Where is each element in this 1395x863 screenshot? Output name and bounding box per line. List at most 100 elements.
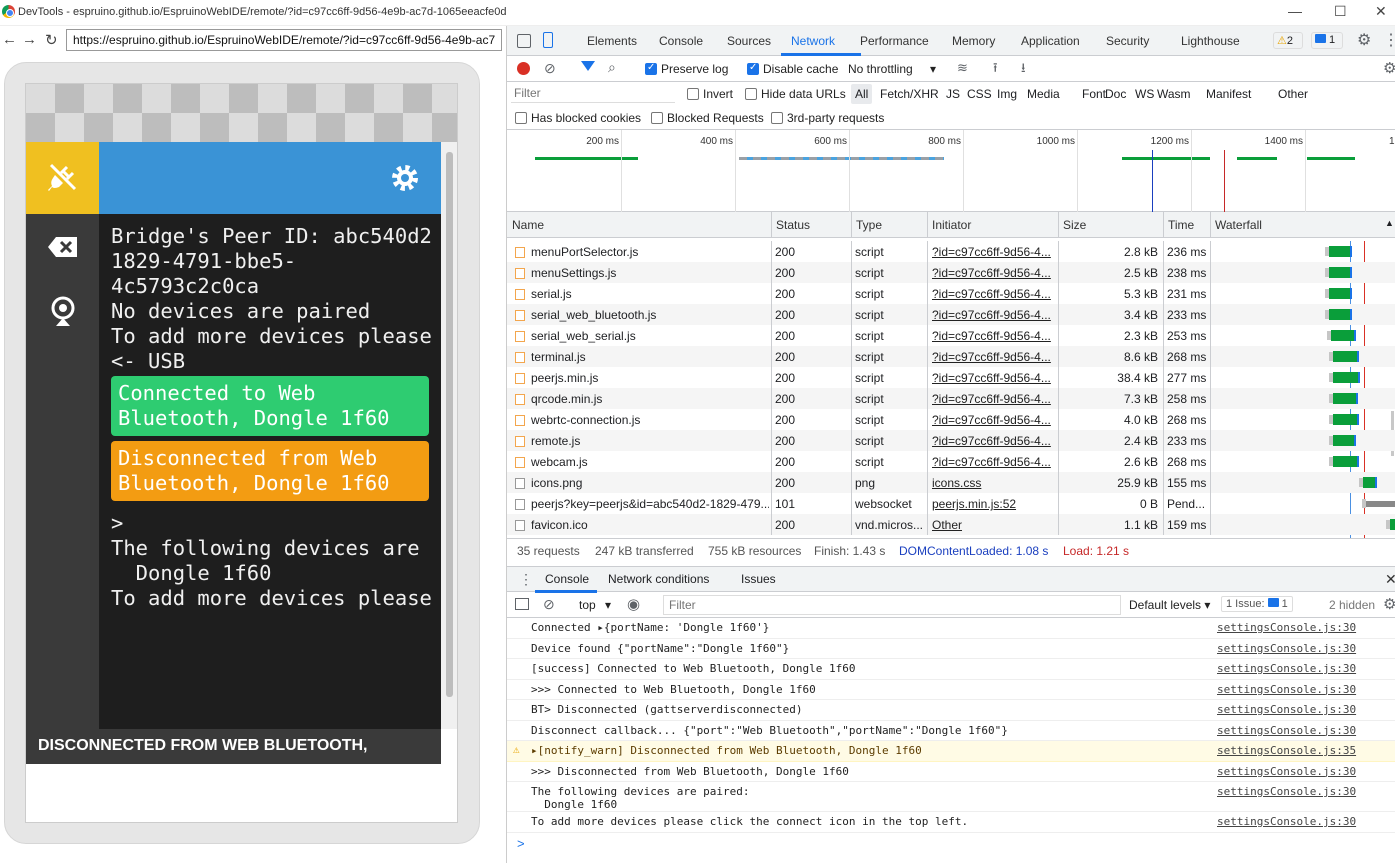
throttling-select[interactable]: No throttling ▾ bbox=[848, 62, 936, 76]
type-filter-wasm[interactable]: Wasm bbox=[1157, 87, 1191, 101]
gear-icon[interactable] bbox=[389, 162, 421, 194]
request-initiator[interactable]: Other bbox=[932, 518, 1054, 532]
log-levels-select[interactable]: Default levels ▾ bbox=[1129, 598, 1210, 612]
console-message[interactable]: >>> Connected to Web Bluetooth, Dongle 1… bbox=[507, 680, 1395, 700]
issues-badge[interactable]: 1 bbox=[1311, 32, 1343, 49]
drawer-menu-icon[interactable]: ⋮ bbox=[519, 571, 533, 588]
request-name[interactable]: peerjs.min.js bbox=[515, 371, 769, 385]
request-initiator[interactable]: ?id=c97cc6ff-9d56-4... bbox=[932, 455, 1054, 469]
console-messages[interactable]: Connected ▸{portName: 'Dongle 1f60'} sett… bbox=[507, 618, 1395, 863]
import-har-icon[interactable]: ⭱ bbox=[993, 59, 998, 81]
table-row[interactable]: icons.png 200 png icons.css 25.9 kB 155 ms bbox=[507, 472, 1395, 493]
request-name[interactable]: serial_web_bluetooth.js bbox=[515, 308, 769, 322]
forward-icon[interactable]: → bbox=[22, 31, 37, 48]
third-party-checkbox[interactable]: 3rd-party requests bbox=[771, 111, 884, 125]
table-row[interactable]: peerjs.min.js 200 script ?id=c97cc6ff-9d56-… bbox=[507, 367, 1395, 388]
tab-memory[interactable]: Memory bbox=[952, 34, 995, 48]
request-name[interactable]: serial.js bbox=[515, 287, 769, 301]
console-message[interactable]: BT> Disconnected (gattserverdisconnected… bbox=[507, 700, 1395, 721]
request-name[interactable]: peerjs?key=peerjs&id=abc540d2-1829-479..… bbox=[515, 497, 769, 511]
tab-sources[interactable]: Sources bbox=[727, 34, 771, 48]
console-message[interactable]: [success] Connected to Web Bluetooth, Do… bbox=[507, 659, 1395, 680]
request-name[interactable]: menuPortSelector.js bbox=[515, 245, 769, 259]
type-filter-all[interactable]: All bbox=[851, 84, 873, 104]
network-overview[interactable]: 200 ms 400 ms 600 ms 800 ms 1000 ms 1200 ms 14… bbox=[507, 130, 1395, 212]
column-header-name[interactable]: Name bbox=[512, 218, 544, 232]
column-header-initiator[interactable]: Initiator bbox=[932, 218, 971, 232]
column-header-type[interactable]: Type bbox=[856, 218, 882, 232]
drawer-tab-console[interactable]: Console bbox=[545, 572, 589, 586]
sidebar-toggle-icon[interactable] bbox=[515, 598, 529, 610]
table-row[interactable]: serial_web_bluetooth.js 200 script ?id=c97c… bbox=[507, 304, 1395, 325]
request-initiator[interactable]: ?id=c97cc6ff-9d56-4... bbox=[932, 434, 1054, 448]
minimize-button[interactable]: — bbox=[1288, 3, 1302, 19]
console-source-link[interactable]: settingsConsole.js:30 bbox=[1217, 642, 1356, 655]
console-message[interactable]: >>> Disconnected from Web Bluetooth, Don… bbox=[507, 762, 1395, 782]
console-prompt[interactable]: > bbox=[517, 836, 525, 851]
console-message[interactable]: Connected ▸{portName: 'Dongle 1f60'} sett… bbox=[507, 618, 1395, 639]
preserve-log-checkbox[interactable]: Preserve log bbox=[645, 62, 728, 76]
tab-security[interactable]: Security bbox=[1106, 34, 1149, 48]
console-message[interactable]: To add more devices please click the con… bbox=[507, 812, 1395, 833]
terminal-scrollbar[interactable] bbox=[441, 142, 457, 729]
record-icon[interactable] bbox=[517, 62, 530, 75]
has-blocked-cookies-checkbox[interactable]: Has blocked cookies bbox=[515, 111, 641, 125]
tab-network[interactable]: Network bbox=[791, 34, 835, 48]
console-source-link[interactable]: settingsConsole.js:30 bbox=[1217, 621, 1356, 634]
request-initiator[interactable]: ?id=c97cc6ff-9d56-4... bbox=[932, 287, 1054, 301]
type-filter-img[interactable]: Img bbox=[997, 87, 1017, 101]
column-header-status[interactable]: Status bbox=[776, 218, 810, 232]
request-name[interactable]: webcam.js bbox=[515, 455, 769, 469]
search-icon[interactable]: ⌕ bbox=[608, 59, 616, 76]
console-message[interactable]: ⚠ ▸[notify_warn] Disconnected from Web Bl… bbox=[507, 741, 1395, 762]
scrollbar-thumb[interactable] bbox=[446, 152, 453, 697]
clear-terminal-icon[interactable] bbox=[47, 236, 79, 258]
back-icon[interactable]: ← bbox=[2, 31, 17, 48]
request-initiator[interactable]: icons.css bbox=[932, 476, 1054, 490]
console-message[interactable]: Device found {"portName":"Dongle 1f60"} s… bbox=[507, 639, 1395, 659]
console-source-link[interactable]: settingsConsole.js:30 bbox=[1217, 815, 1356, 828]
close-drawer-icon[interactable]: ✕ bbox=[1385, 571, 1395, 588]
request-initiator[interactable]: ?id=c97cc6ff-9d56-4... bbox=[932, 371, 1054, 385]
column-header-time[interactable]: Time bbox=[1168, 218, 1194, 232]
request-initiator[interactable]: ?id=c97cc6ff-9d56-4... bbox=[932, 329, 1054, 343]
tab-performance[interactable]: Performance bbox=[860, 34, 929, 48]
inspect-element-icon[interactable] bbox=[517, 34, 531, 48]
table-row[interactable]: remote.js 200 script ?id=c97cc6ff-9d56-4...… bbox=[507, 430, 1395, 451]
console-source-link[interactable]: settingsConsole.js:30 bbox=[1217, 703, 1356, 716]
terminal[interactable]: Bridge's Peer ID: abc540d2 1829-4791-bbe5… bbox=[99, 214, 441, 729]
request-initiator[interactable]: ?id=c97cc6ff-9d56-4... bbox=[932, 245, 1054, 259]
console-source-link[interactable]: settingsConsole.js:30 bbox=[1217, 765, 1356, 778]
console-settings-icon[interactable]: ⚙ bbox=[1383, 595, 1395, 613]
type-filter-fetchxhr[interactable]: Fetch/XHR bbox=[880, 87, 939, 101]
network-settings-icon[interactable]: ⚙ bbox=[1383, 59, 1395, 77]
filter-icon[interactable] bbox=[581, 61, 595, 71]
tab-console[interactable]: Console bbox=[659, 34, 703, 48]
type-filter-media[interactable]: Media bbox=[1027, 87, 1060, 101]
close-button[interactable]: ✕ bbox=[1375, 3, 1387, 20]
request-initiator[interactable]: ?id=c97cc6ff-9d56-4... bbox=[932, 308, 1054, 322]
request-name[interactable]: qrcode.min.js bbox=[515, 392, 769, 406]
type-filter-manifest[interactable]: Manifest bbox=[1206, 87, 1251, 101]
table-row[interactable]: menuPortSelector.js 200 script ?id=c97cc6ff… bbox=[507, 241, 1395, 262]
more-options-icon[interactable]: ⋮ bbox=[1383, 30, 1395, 50]
eye-icon[interactable]: ◉ bbox=[627, 595, 640, 613]
context-select[interactable]: top ▾ bbox=[579, 598, 611, 612]
url-input[interactable]: https://espruino.github.io/EspruinoWebID… bbox=[66, 29, 502, 51]
export-har-icon[interactable]: ⭳ bbox=[1021, 59, 1026, 81]
table-row[interactable]: webrtc-connection.js 200 script ?id=c97cc6f… bbox=[507, 409, 1395, 430]
request-name[interactable]: terminal.js bbox=[515, 350, 769, 364]
hide-data-urls-checkbox[interactable]: Hide data URLs bbox=[745, 87, 846, 101]
console-source-link[interactable]: settingsConsole.js:30 bbox=[1217, 724, 1356, 737]
request-name[interactable]: serial_web_serial.js bbox=[515, 329, 769, 343]
tab-lighthouse[interactable]: Lighthouse bbox=[1181, 34, 1240, 48]
connect-button[interactable] bbox=[26, 142, 99, 214]
device-toolbar-icon[interactable] bbox=[543, 32, 553, 48]
table-row[interactable]: favicon.ico 200 vnd.micros... Other 1.1 kB 15… bbox=[507, 514, 1395, 535]
request-initiator[interactable]: peerjs.min.js:52 bbox=[932, 497, 1054, 511]
drawer-tab-issues[interactable]: Issues bbox=[741, 572, 776, 586]
blocked-requests-checkbox[interactable]: Blocked Requests bbox=[651, 111, 764, 125]
table-row[interactable]: webcam.js 200 script ?id=c97cc6ff-9d56-4...… bbox=[507, 451, 1395, 472]
console-source-link[interactable]: settingsConsole.js:30 bbox=[1217, 683, 1356, 696]
request-initiator[interactable]: ?id=c97cc6ff-9d56-4... bbox=[932, 392, 1054, 406]
